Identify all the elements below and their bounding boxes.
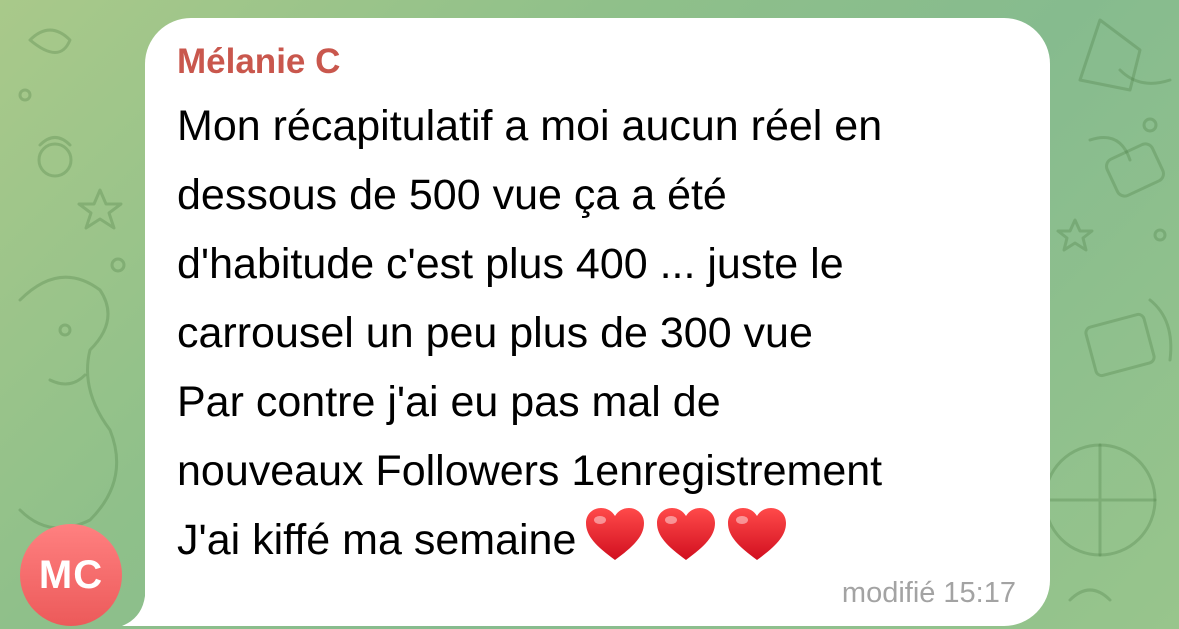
message-line: dessous de 500 vue ça a été	[177, 171, 727, 219]
dinosaur-doodle-icon	[18, 275, 119, 530]
red-heart-icon	[586, 508, 645, 560]
gift-box-doodle-icon	[1084, 312, 1156, 378]
ribbon-doodle-icon	[1148, 298, 1173, 362]
sender-name[interactable]: Mélanie C	[177, 42, 340, 82]
dot-doodle-icon	[1153, 228, 1167, 242]
leaf-doodle-icon	[28, 28, 72, 54]
pizza-slices-doodle-icon	[1043, 443, 1157, 557]
star-doodle-icon	[1056, 218, 1094, 252]
message-line: nouveaux Followers 1enregistrement	[177, 447, 883, 495]
sender-avatar[interactable]: MC	[20, 524, 122, 626]
message-line: carrousel un peu plus de 300 vue	[177, 309, 813, 357]
arc-doodle-icon	[1088, 136, 1132, 162]
message-line-with-emoji: J'ai kiffé ma semaine	[177, 506, 1037, 583]
message-timestamp: modifié 15:17	[842, 577, 1016, 610]
dot-doodle-icon	[18, 88, 32, 102]
message-line: J'ai kiffé ma semaine	[177, 516, 577, 564]
message-text: Mon récapitulatif a moi aucun réel en de…	[177, 92, 1037, 583]
arc-doodle-icon	[1068, 588, 1112, 602]
heart-emoji-group	[584, 506, 797, 583]
edited-label: modifié	[841, 577, 936, 609]
dot-doodle-icon	[110, 257, 126, 273]
pizza-doodle-icon	[1043, 443, 1157, 557]
message-line: d'habitude c'est plus 400 ... juste le	[177, 240, 844, 288]
paper-plane-doodle-icon	[1078, 18, 1142, 92]
message-bubble[interactable]: Mélanie C Mon récapitulatif a moi aucun …	[145, 18, 1050, 626]
red-heart-icon	[728, 508, 787, 560]
star-doodle-icon	[77, 188, 123, 230]
message-line: Mon récapitulatif a moi aucun réel en	[177, 102, 883, 150]
circle-doodle-icon	[37, 142, 73, 178]
message-time: 15:17	[943, 577, 1016, 609]
acorn-doodle-icon	[38, 136, 72, 147]
dino-mouth-doodle-icon	[48, 373, 87, 386]
message-line: Par contre j'ai eu pas mal de	[177, 378, 721, 426]
red-heart-icon	[657, 508, 716, 560]
telescope-doodle-icon	[1105, 142, 1165, 198]
dot-doodle-icon	[1142, 117, 1158, 133]
dino-eye-doodle-icon	[58, 323, 72, 337]
swirl-doodle-icon	[1118, 68, 1172, 85]
